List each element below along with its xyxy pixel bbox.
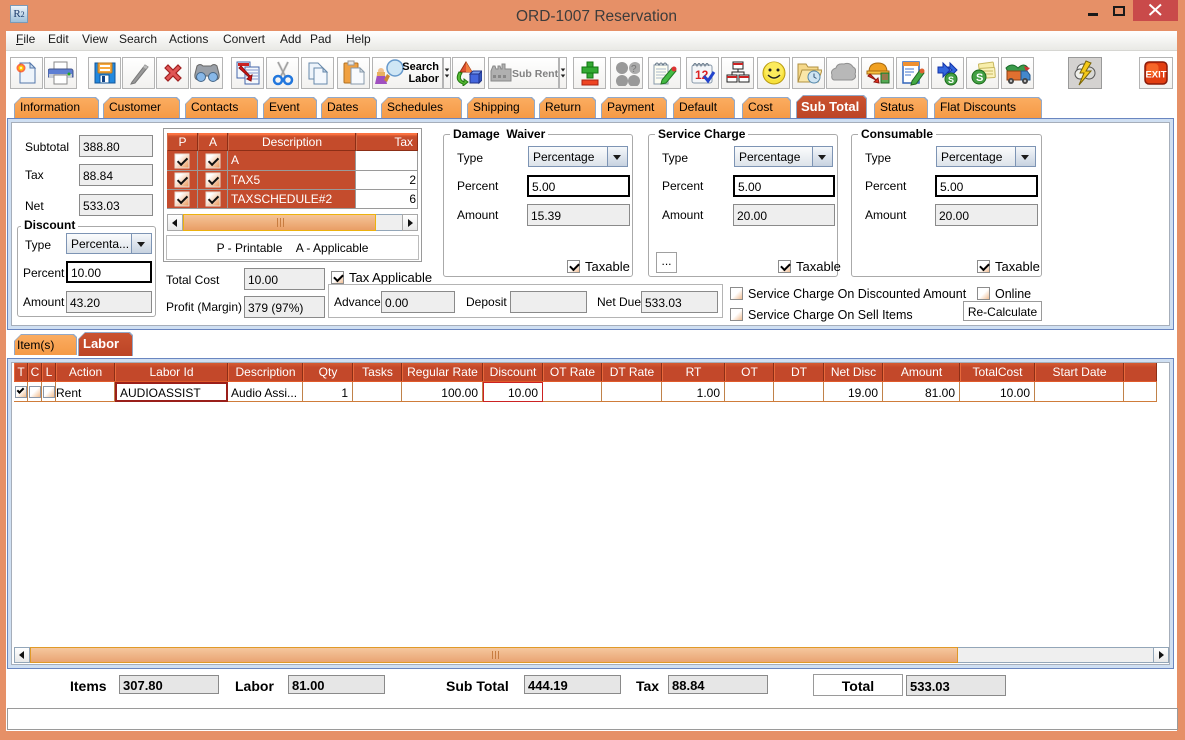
svg-text:Search: Search [402, 61, 439, 73]
svg-text:EXIT: EXIT [1145, 70, 1166, 81]
svg-text:Sub Rent: Sub Rent [512, 68, 558, 80]
svg-text:S: S [976, 72, 983, 84]
svg-text:Labor: Labor [408, 73, 439, 85]
svg-text:S: S [948, 75, 954, 85]
svg-text:?: ? [631, 64, 637, 75]
